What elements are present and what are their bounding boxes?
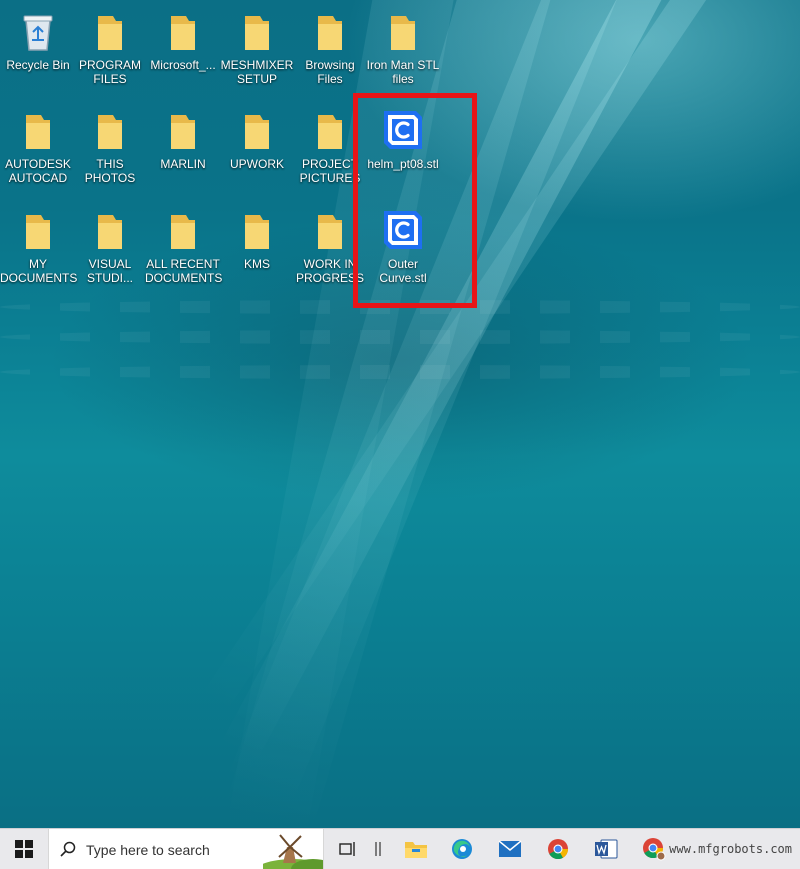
- watermark-text: www.mfgrobots.com: [669, 842, 792, 856]
- edge-button[interactable]: [442, 829, 482, 869]
- taskbar: Type here to search www.mfgrobots.com: [0, 828, 800, 869]
- icon-label: Iron Man STL files: [366, 58, 440, 86]
- desktop-icon-iron-man-stl-files[interactable]: Iron Man STL files: [365, 8, 441, 86]
- taskbar-search-box[interactable]: Type here to search: [48, 829, 324, 869]
- desktop-icon-browsing-files[interactable]: Browsing Files: [292, 8, 368, 86]
- word-icon: [595, 839, 618, 859]
- desktop-icon-my-documents[interactable]: MY DOCUMENTS: [0, 207, 78, 285]
- desktop-icon-meshmixer-setup[interactable]: MESHMIXER SETUP: [219, 8, 295, 86]
- folder-icon: [318, 215, 342, 249]
- desktop-icon-this-photos[interactable]: THIS PHOTOS: [72, 107, 148, 185]
- chrome-icon: [548, 839, 569, 860]
- folder-icon: [318, 115, 342, 149]
- search-placeholder: Type here to search: [86, 842, 210, 858]
- icon-label: PROGRAM FILES: [78, 58, 141, 86]
- highlight-box: [353, 93, 477, 308]
- desktop-icon-recycle-bin[interactable]: Recycle Bin: [0, 8, 76, 72]
- folder-icon: [98, 115, 122, 149]
- file-explorer-icon: [405, 842, 427, 858]
- folder-icon: [318, 16, 342, 50]
- chrome-button[interactable]: [538, 829, 578, 869]
- folder-icon: [98, 215, 122, 249]
- icon-label: MY DOCUMENTS: [0, 257, 78, 285]
- desktop-icon-upwork[interactable]: UPWORK: [219, 107, 295, 171]
- edge-icon: [452, 839, 472, 859]
- icon-label: THIS PHOTOS: [84, 157, 136, 185]
- folder-icon: [171, 16, 195, 50]
- desktop-icon-all-recent-documents[interactable]: ALL RECENT DOCUMENTS: [145, 207, 223, 285]
- icon-label: Recycle Bin: [6, 58, 70, 72]
- folder-icon: [245, 16, 269, 50]
- chrome-profile-button[interactable]: [634, 829, 674, 869]
- icon-label: Microsoft_...: [150, 58, 216, 72]
- task-view-icon: [339, 842, 355, 856]
- folder-icon: [245, 215, 269, 249]
- folder-icon: [98, 16, 122, 50]
- desktop-icon-marlin[interactable]: MARLIN: [145, 107, 221, 171]
- start-button[interactable]: [0, 829, 48, 869]
- search-icon: [60, 841, 76, 857]
- word-button[interactable]: [586, 829, 626, 869]
- windows-start-icon: [15, 840, 33, 858]
- folder-icon: [171, 215, 195, 249]
- desktop-icon-kms[interactable]: KMS: [219, 207, 295, 271]
- chrome-profile-icon: [643, 838, 666, 861]
- icon-label: ALL RECENT DOCUMENTS: [145, 257, 223, 285]
- icon-label: UPWORK: [230, 157, 284, 171]
- file-explorer-button[interactable]: [396, 829, 436, 869]
- icon-label: Browsing Files: [305, 58, 355, 86]
- water-ripple: [0, 330, 800, 344]
- icon-label: KMS: [243, 257, 270, 271]
- desktop-icon-microsoft[interactable]: Microsoft_...: [145, 8, 221, 72]
- folder-icon: [171, 115, 195, 149]
- desktop-wallpaper: Recycle Bin PROGRAM FILES Microsoft_... …: [0, 0, 800, 828]
- mail-icon: [498, 840, 522, 857]
- icon-label: MARLIN: [160, 157, 206, 171]
- folder-icon: [26, 115, 50, 149]
- separator-icon: [375, 842, 381, 856]
- water-ripple: [0, 365, 800, 379]
- taskbar-separator: [368, 829, 388, 869]
- folder-icon: [391, 16, 415, 50]
- desktop-icon-visual-studio[interactable]: VISUAL STUDI...: [72, 207, 148, 285]
- icon-label: VISUAL STUDI...: [86, 257, 133, 285]
- mail-button[interactable]: [490, 829, 530, 869]
- folder-icon: [245, 115, 269, 149]
- icon-label: AUTODESK AUTOCAD: [5, 157, 71, 185]
- icon-label: MESHMIXER SETUP: [220, 58, 294, 86]
- desktop-icon-autodesk-autocad[interactable]: AUTODESK AUTOCAD: [0, 107, 76, 185]
- desktop-icon-program-files[interactable]: PROGRAM FILES: [72, 8, 148, 86]
- task-view-button[interactable]: [334, 829, 362, 869]
- windmill-illustration-icon: [263, 829, 323, 869]
- recycle-bin-icon: [23, 15, 53, 51]
- folder-icon: [26, 215, 50, 249]
